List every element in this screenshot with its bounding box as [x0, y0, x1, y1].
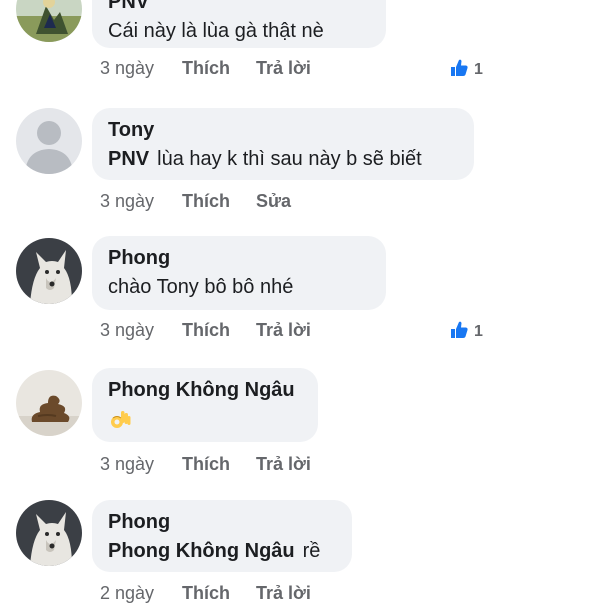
comment-body: rề — [302, 540, 321, 562]
like-button[interactable]: Thích — [182, 186, 230, 216]
mention-tag[interactable]: Phong Không Ngâu — [108, 540, 295, 562]
comment-author[interactable]: Phong — [108, 508, 336, 536]
comment-timestamp: 3 ngày — [100, 191, 155, 211]
comment-bubble: Tony PNV lùa hay k thì sau này b sẽ biết — [92, 108, 474, 180]
comment-text: chào Tony bô bô nhé — [108, 276, 294, 298]
comment-author[interactable]: Phong Không Ngâu — [108, 376, 302, 404]
mention-tag[interactable]: PNV — [108, 148, 149, 170]
reply-button[interactable]: Trả lời — [256, 315, 311, 345]
like-button[interactable]: Thích — [182, 53, 230, 83]
reaction-count: 1 — [474, 61, 483, 78]
comment-author[interactable]: PNV — [108, 0, 370, 16]
landscape-avatar-icon[interactable] — [16, 0, 82, 42]
like-button[interactable]: Thích — [182, 578, 230, 608]
comment-body: lùa hay k thì sau này b sẽ biết — [157, 148, 422, 170]
wolf-avatar-icon[interactable] — [16, 500, 82, 566]
like-reaction-icon — [451, 59, 468, 76]
comment-text: Phong Không Ngâu rề — [108, 536, 336, 566]
reply-button[interactable]: Trả lời — [256, 53, 311, 83]
ok-hand-emoji-icon — [111, 410, 131, 428]
comment-bubble: Phong Phong Không Ngâu rề — [92, 500, 352, 572]
comment-text — [108, 404, 302, 434]
comment-timestamp: 3 ngày — [100, 454, 155, 474]
comment-timestamp: 3 ngày — [100, 320, 155, 340]
comment-text: Cái này là lùa gà thật nè — [108, 20, 324, 42]
like-button[interactable]: Thích — [182, 315, 230, 345]
default-user-avatar-icon[interactable] — [16, 108, 82, 174]
reaction-count: 1 — [474, 323, 483, 340]
comment-bubble: Phong chào Tony bô bô nhé — [92, 236, 386, 310]
comment-timestamp: 3 ngày — [100, 58, 155, 78]
poop-avatar-icon[interactable] — [16, 370, 82, 436]
comment-bubble: PNV Cái này là lùa gà thật nè — [92, 0, 386, 48]
wolf-avatar-icon[interactable] — [16, 238, 82, 304]
comment-text: PNV lùa hay k thì sau này b sẽ biết — [108, 144, 458, 174]
like-reaction-icon — [451, 321, 468, 338]
reply-button[interactable]: Trả lời — [256, 449, 311, 479]
comment-bubble: Phong Không Ngâu — [92, 368, 318, 442]
comment-author[interactable]: Tony — [108, 116, 458, 144]
edit-button[interactable]: Sửa — [256, 186, 291, 216]
comment-author[interactable]: Phong — [108, 244, 370, 272]
reply-button[interactable]: Trả lời — [256, 578, 311, 608]
comment-timestamp: 2 ngày — [100, 583, 155, 603]
like-button[interactable]: Thích — [182, 449, 230, 479]
